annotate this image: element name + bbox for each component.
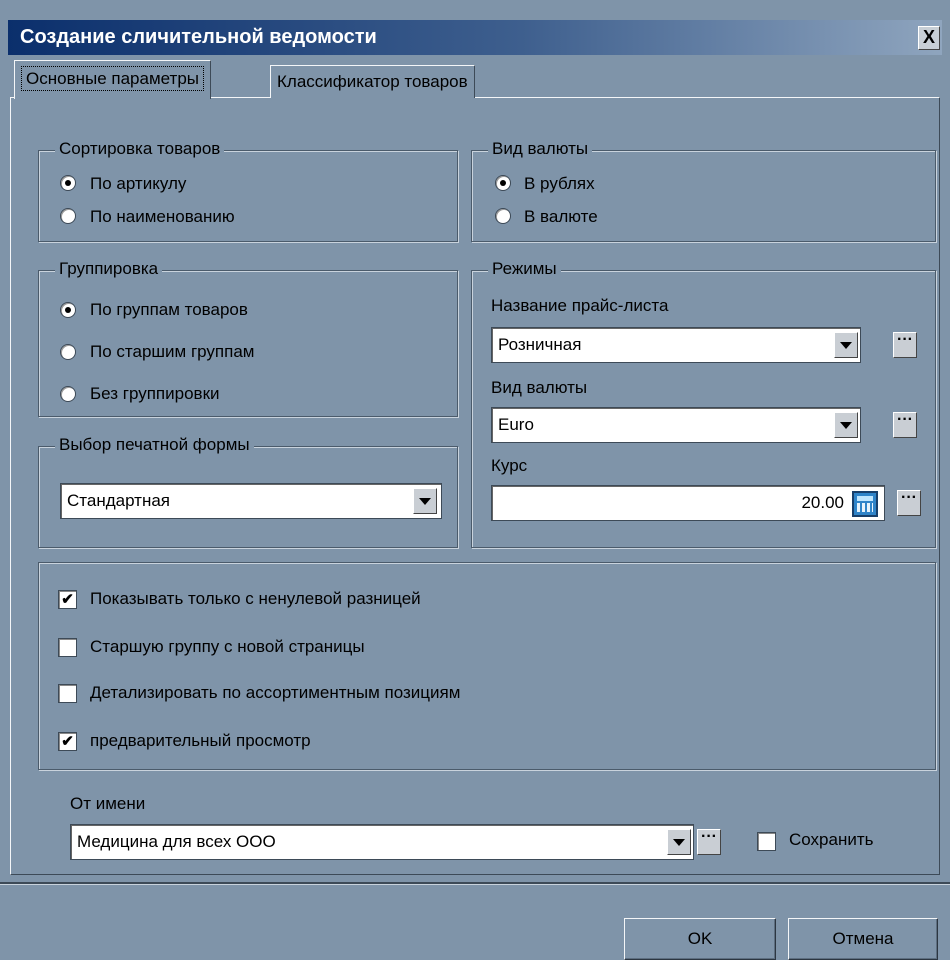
sort-by-article-radio[interactable] — [60, 175, 76, 191]
cancel-button[interactable]: Отмена — [788, 918, 938, 960]
price-list-more-button[interactable]: ··· — [893, 332, 917, 358]
group-by-goods-label[interactable]: По группам товаров — [90, 300, 248, 320]
sorting-legend: Сортировка товаров — [55, 139, 225, 159]
preview-label[interactable]: предварительный просмотр — [90, 731, 311, 751]
sorting-group: Сортировка товаров — [38, 139, 458, 242]
currency-rubles-label[interactable]: В рублях — [524, 174, 595, 194]
price-list-value: Розничная — [498, 335, 582, 354]
modes-legend: Режимы — [488, 259, 561, 279]
price-list-label: Название прайс-листа — [491, 296, 669, 315]
currency-kind-group: Вид валюты — [471, 139, 936, 242]
nonzero-diff-label[interactable]: Показывать только с ненулевой разницей — [90, 589, 421, 609]
rate-input[interactable]: 20.00 — [491, 485, 885, 521]
detail-assortment-checkbox[interactable] — [58, 684, 77, 703]
print-form-legend: Выбор печатной формы — [55, 435, 254, 455]
chevron-down-icon[interactable] — [667, 829, 691, 855]
no-grouping-radio[interactable] — [60, 386, 76, 402]
print-form-select[interactable]: Стандартная — [60, 483, 442, 519]
window-title: Создание сличительной ведомости — [20, 26, 377, 48]
currency-label: Вид валюты — [491, 378, 588, 397]
grouping-legend: Группировка — [55, 259, 163, 279]
sort-by-article-label[interactable]: По артикулу — [90, 174, 186, 194]
currency-rubles-radio[interactable] — [495, 175, 511, 191]
tab-goods-classifier[interactable]: Классификатор товаров — [270, 65, 475, 98]
title-bar[interactable]: Создание сличительной ведомости X — [8, 20, 942, 55]
nonzero-diff-checkbox[interactable]: ✔ — [58, 590, 77, 609]
rate-label: Курс — [491, 456, 528, 475]
group-by-goods-radio[interactable] — [60, 302, 76, 318]
on-behalf-label: От имени — [70, 794, 146, 813]
currency-foreign-label[interactable]: В валюте — [524, 207, 598, 227]
preview-checkbox[interactable]: ✔ — [58, 732, 77, 751]
currency-select[interactable]: Euro — [491, 407, 861, 443]
sort-by-name-label[interactable]: По наименованию — [90, 207, 235, 227]
chevron-down-icon[interactable] — [834, 332, 858, 358]
ok-button[interactable]: OK — [624, 918, 776, 960]
currency-kind-legend: Вид валюты — [488, 139, 593, 159]
senior-group-new-page-label[interactable]: Старшую группу с новой страницы — [90, 637, 365, 657]
close-icon[interactable]: X — [918, 26, 940, 50]
sort-by-name-radio[interactable] — [60, 208, 76, 224]
price-list-select[interactable]: Розничная — [491, 327, 861, 363]
senior-group-new-page-checkbox[interactable] — [58, 638, 77, 657]
group-by-senior-label[interactable]: По старшим группам — [90, 342, 254, 362]
currency-more-button[interactable]: ··· — [893, 412, 917, 438]
save-checkbox[interactable] — [757, 832, 776, 851]
on-behalf-select[interactable]: Медицина для всех ООО — [70, 824, 694, 860]
dialog-window: Создание сличительной ведомости X Основн… — [0, 0, 950, 960]
calculator-icon[interactable] — [852, 491, 878, 517]
on-behalf-value: Медицина для всех ООО — [77, 832, 276, 851]
chevron-down-icon[interactable] — [834, 412, 858, 438]
tab-main-parameters-label: Основные параметры — [21, 66, 204, 91]
save-label[interactable]: Сохранить — [789, 830, 873, 850]
divider — [0, 882, 950, 885]
currency-foreign-radio[interactable] — [495, 208, 511, 224]
rate-value: 20.00 — [801, 493, 844, 512]
on-behalf-more-button[interactable]: ··· — [697, 829, 721, 855]
tab-main-parameters[interactable]: Основные параметры — [14, 60, 211, 99]
group-by-senior-radio[interactable] — [60, 344, 76, 360]
chevron-down-icon[interactable] — [413, 488, 437, 514]
detail-assortment-label[interactable]: Детализировать по ассортиментным позиция… — [90, 683, 460, 703]
rate-more-button[interactable]: ··· — [897, 490, 921, 516]
currency-value: Euro — [498, 415, 534, 434]
print-form-value: Стандартная — [67, 491, 171, 510]
no-grouping-label[interactable]: Без группировки — [90, 384, 220, 404]
